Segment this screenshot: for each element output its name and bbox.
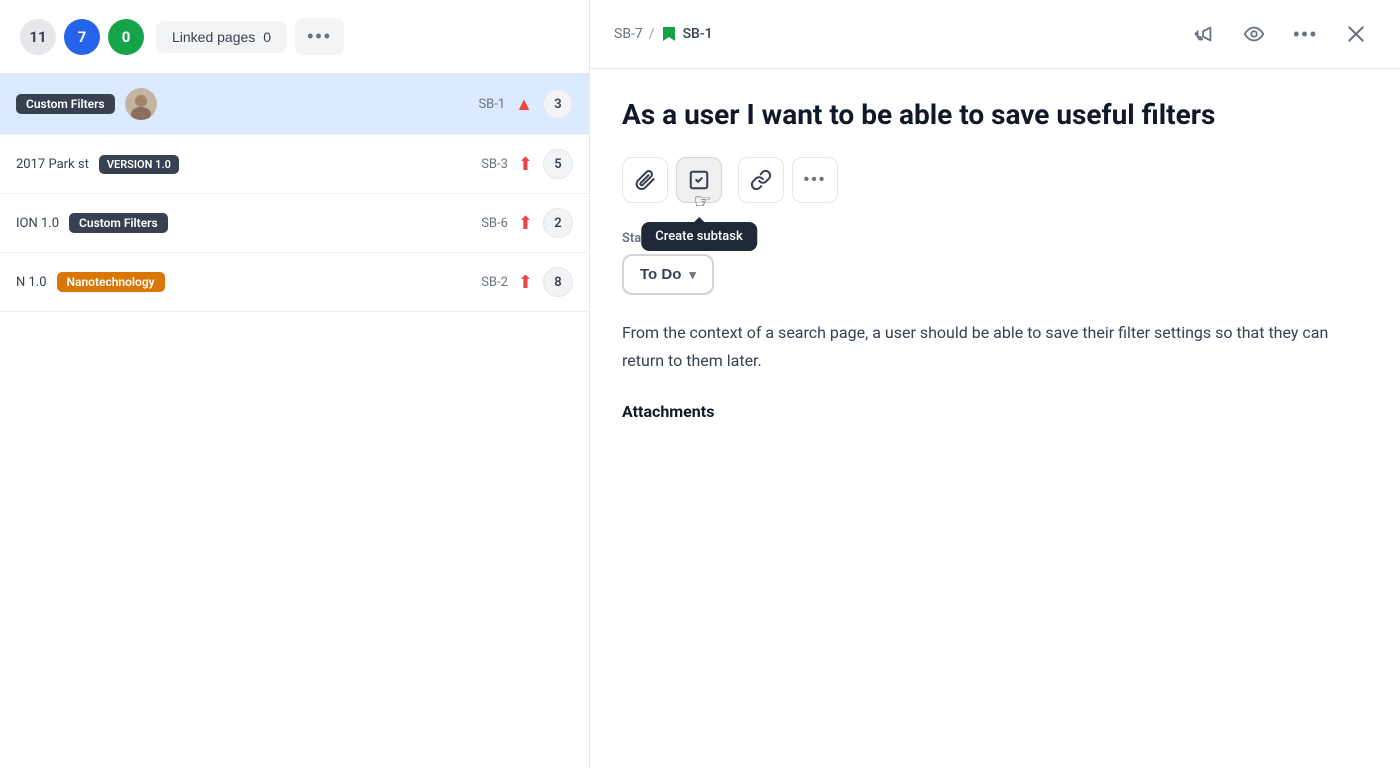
subtask-icon bbox=[688, 169, 710, 191]
sub-count: 2 bbox=[543, 208, 573, 238]
more-options-button[interactable]: ••• bbox=[295, 18, 344, 55]
breadcrumb: SB-7 / SB-1 bbox=[614, 25, 713, 43]
list-item[interactable]: ION 1.0 Custom Filters SB-6 ⬆ 2 bbox=[0, 194, 589, 253]
issue-content: As a user I want to be able to save usef… bbox=[590, 69, 1400, 768]
toolbar-more-icon: ••• bbox=[804, 171, 827, 189]
attach-button[interactable] bbox=[622, 157, 668, 203]
megaphone-icon bbox=[1193, 23, 1215, 45]
count-badge-green[interactable]: 0 bbox=[108, 19, 144, 55]
watch-button[interactable] bbox=[1233, 16, 1275, 52]
paperclip-icon bbox=[634, 169, 656, 191]
version-tag: VERSION 1.0 bbox=[99, 155, 179, 174]
action-toolbar: ☞ Create subtask ••• bbox=[622, 157, 1368, 203]
issue-title: As a user I want to be able to save usef… bbox=[622, 97, 1368, 133]
bookmark-icon bbox=[661, 25, 677, 43]
item-address: 2017 Park st bbox=[16, 157, 89, 172]
tag-custom-filters: Custom Filters bbox=[69, 213, 168, 233]
status-section: Status To Do ▾ bbox=[622, 231, 1368, 319]
more-button[interactable]: ••• bbox=[1283, 17, 1328, 52]
breadcrumb-parent[interactable]: SB-7 bbox=[614, 26, 643, 42]
toolbar-more-button[interactable]: ••• bbox=[792, 157, 838, 203]
subtask-button-wrapper: ☞ Create subtask bbox=[676, 157, 722, 203]
status-label: Status bbox=[622, 231, 1368, 246]
right-panel: SB-7 / SB-1 bbox=[590, 0, 1400, 768]
close-icon bbox=[1346, 24, 1366, 44]
issue-description: From the context of a search page, a use… bbox=[622, 319, 1368, 373]
create-subtask-button[interactable]: ☞ bbox=[676, 157, 722, 203]
item-address: ION 1.0 bbox=[16, 216, 59, 231]
announce-button[interactable] bbox=[1183, 16, 1225, 52]
eye-icon bbox=[1243, 23, 1265, 45]
issue-header: SB-7 / SB-1 bbox=[590, 0, 1400, 69]
priority-double-up-icon: ⬆ bbox=[518, 272, 533, 293]
linked-pages-count: 0 bbox=[263, 29, 271, 45]
tag-custom-filters: Custom Filters bbox=[16, 94, 115, 114]
breadcrumb-current[interactable]: SB-1 bbox=[683, 26, 713, 42]
issues-list: Custom Filters SB-1 ▲ 3 2017 Park st VER… bbox=[0, 74, 589, 768]
sub-count: 5 bbox=[543, 149, 573, 179]
top-bar: 11 7 0 Linked pages 0 ••• bbox=[0, 0, 589, 74]
count-badge-gray[interactable]: 11 bbox=[20, 19, 56, 55]
list-item[interactable]: N 1.0 Nanotechnology SB-2 ⬆ 8 bbox=[0, 253, 589, 312]
breadcrumb-separator: / bbox=[649, 26, 655, 42]
linked-pages-button[interactable]: Linked pages 0 bbox=[156, 21, 287, 53]
issue-id: SB-6 bbox=[481, 216, 508, 231]
list-item[interactable]: Custom Filters SB-1 ▲ 3 bbox=[0, 74, 589, 135]
linked-pages-label: Linked pages bbox=[172, 29, 255, 45]
status-value: To Do bbox=[640, 266, 681, 283]
issue-id: SB-3 bbox=[481, 157, 508, 172]
count-badge-blue[interactable]: 7 bbox=[64, 19, 100, 55]
link-icon bbox=[750, 169, 772, 191]
chevron-down-icon: ▾ bbox=[689, 267, 696, 283]
sub-count: 3 bbox=[543, 89, 573, 119]
priority-double-up-icon: ⬆ bbox=[518, 213, 533, 234]
attachments-heading: Attachments bbox=[622, 402, 1368, 421]
priority-up-icon: ▲ bbox=[515, 94, 533, 115]
close-button[interactable] bbox=[1336, 17, 1376, 51]
cursor-hand-icon: ☞ bbox=[694, 189, 712, 214]
item-address: N 1.0 bbox=[16, 275, 47, 290]
left-panel: 11 7 0 Linked pages 0 ••• Custom Filters… bbox=[0, 0, 590, 768]
tag-nanotechnology: Nanotechnology bbox=[57, 272, 165, 292]
list-item[interactable]: 2017 Park st VERSION 1.0 SB-3 ⬆ 5 bbox=[0, 135, 589, 194]
status-dropdown[interactable]: To Do ▾ bbox=[622, 254, 714, 295]
link-button[interactable] bbox=[738, 157, 784, 203]
more-icon: ••• bbox=[1293, 24, 1318, 45]
priority-double-up-icon: ⬆ bbox=[518, 154, 533, 175]
header-actions: ••• bbox=[1183, 16, 1376, 52]
issue-id: SB-2 bbox=[481, 275, 508, 290]
avatar bbox=[125, 88, 157, 120]
issue-id: SB-1 bbox=[478, 97, 505, 112]
sub-count: 8 bbox=[543, 267, 573, 297]
